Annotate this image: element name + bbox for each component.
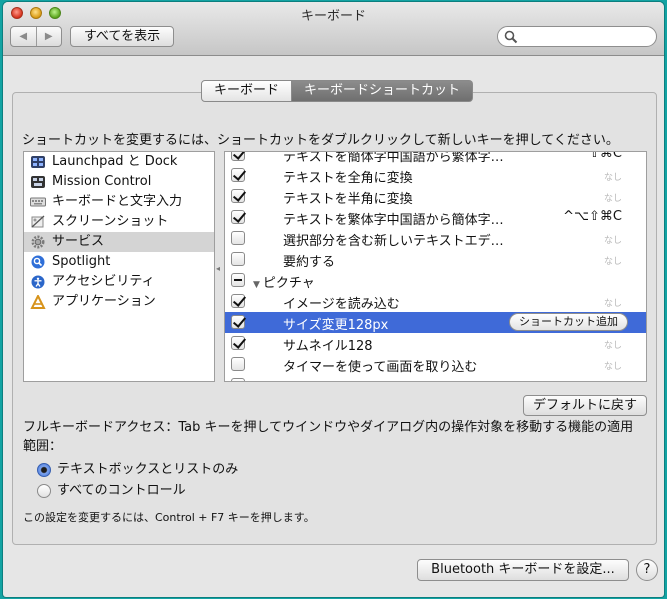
shortcut-row[interactable]: イメージを読み込む なし xyxy=(225,291,646,312)
shortcut-keys[interactable]: なし xyxy=(604,359,622,372)
gear-icon xyxy=(30,235,46,249)
tab-keyboard-shortcuts[interactable]: キーボードショートカット xyxy=(292,80,474,102)
category-item[interactable]: アクセシビリティ xyxy=(24,272,214,292)
category-label: Launchpad と Dock xyxy=(52,154,178,169)
shortcut-row[interactable]: サイズ変更128px ショートカット追加 xyxy=(225,312,646,333)
shortcut-keys[interactable]: なし xyxy=(604,254,622,267)
preferences-window: キーボード ◀ ▶ すべてを表示 キーボード キーボードショートカット ショートカ… xyxy=(3,2,664,597)
category-item[interactable]: Launchpad と Dock xyxy=(24,152,214,172)
disclosure-triangle-icon[interactable]: ▼ xyxy=(253,280,260,290)
shortcut-keys[interactable]: なし xyxy=(604,338,622,351)
category-label: アプリケーション xyxy=(52,294,156,309)
window-title: キーボード xyxy=(300,9,366,24)
shortcut-checkbox[interactable] xyxy=(231,294,245,308)
shortcut-label: サイズ変更128px xyxy=(283,318,389,333)
shortcut-group-row[interactable]: ▼ ピクチャ xyxy=(225,270,646,291)
shortcut-row[interactable]: テキストを全角に変換 なし xyxy=(225,165,646,186)
search-icon xyxy=(504,30,518,44)
back-button[interactable]: ◀ xyxy=(11,27,36,46)
shortcut-label: サムネイル128 xyxy=(283,339,373,354)
help-button[interactable]: ? xyxy=(636,559,658,581)
shortcut-list[interactable]: テキストを簡体字中国語から繁体字… ^⇧⌘C テキストを全角に変換 なし テキストを半角… xyxy=(224,151,647,382)
shortcut-label: タイマーを使って画面を取り込む xyxy=(283,360,478,375)
split-grip-icon[interactable]: ◂ xyxy=(216,264,220,273)
shortcut-keys[interactable]: なし xyxy=(604,296,622,309)
category-item[interactable]: Spotlight xyxy=(24,252,214,272)
forward-button[interactable]: ▶ xyxy=(35,27,62,46)
search-field[interactable] xyxy=(497,26,657,47)
category-item[interactable]: Mission Control xyxy=(24,172,214,192)
control-f7-note: この設定を変更するには、Control + F7 キーを押します。 xyxy=(23,511,315,524)
mission-control-icon xyxy=(30,175,46,189)
group-label: ▼ ピクチャ xyxy=(253,272,315,291)
shortcut-row[interactable]: テキストを繁体字中国語から簡体字… ^⌥⇧⌘C xyxy=(225,207,646,228)
launchpad-icon xyxy=(30,155,46,169)
shortcut-label: テキストを簡体字中国語から繁体字… xyxy=(283,151,504,165)
instruction-text: ショートカットを変更するには、ショートカットをダブルクリックして新しいキーを押し… xyxy=(22,133,619,148)
shortcut-label: イメージを読み込む xyxy=(283,297,400,312)
shortcut-label: テキストを繁体字中国語から簡体字… xyxy=(283,213,504,228)
category-item[interactable]: サービス xyxy=(24,232,214,252)
radio-button-icon[interactable] xyxy=(37,484,51,498)
shortcut-row[interactable]: 選択部分を含む新しいテキストエデ… なし xyxy=(225,228,646,249)
shortcut-checkbox[interactable] xyxy=(231,168,245,182)
shortcut-checkbox[interactable] xyxy=(231,189,245,203)
accessibility-icon xyxy=(30,275,46,289)
shortcut-label: 選択部分を含む新しいテキストエデ… xyxy=(283,234,504,249)
shortcut-checkbox[interactable] xyxy=(231,231,245,245)
screenshot-icon xyxy=(30,215,46,229)
applications-icon xyxy=(30,293,46,309)
category-list[interactable]: Launchpad と Dock Mission Control キーボードと文字入… xyxy=(23,151,215,382)
back-forward-control: ◀ ▶ xyxy=(10,26,62,47)
group-label-text: ピクチャ xyxy=(262,276,315,291)
shortcut-row[interactable]: テキストを簡体字中国語から繁体字… ^⇧⌘C xyxy=(225,151,646,165)
shortcut-keys[interactable]: なし xyxy=(604,170,622,183)
restore-defaults-button[interactable]: デフォルトに戻す xyxy=(523,395,647,416)
add-shortcut-button[interactable]: ショートカット追加 xyxy=(509,313,628,331)
category-label: アクセシビリティ xyxy=(52,274,155,289)
shortcut-row[interactable]: タイマーを使って画面を取り込む なし xyxy=(225,354,646,375)
shortcut-keys[interactable]: ^⌥⇧⌘C xyxy=(563,209,622,224)
full-keyboard-access-label: フルキーボードアクセス：Tab キーを押してウインドウやダイアログ内の操作対象を… xyxy=(23,420,634,454)
tab-bar: キーボード キーボードショートカット xyxy=(201,80,474,102)
shortcut-row[interactable] xyxy=(225,375,646,381)
category-label: Mission Control xyxy=(52,174,152,189)
shortcut-keys[interactable]: ^⇧⌘C xyxy=(578,152,622,161)
category-item[interactable]: アプリケーション xyxy=(24,292,214,312)
shortcut-label: テキストを半角に変換 xyxy=(283,192,413,207)
category-label: サービス xyxy=(52,234,105,249)
category-label: Spotlight xyxy=(52,254,111,269)
shortcut-keys[interactable]: なし xyxy=(604,191,622,204)
shortcut-checkbox[interactable] xyxy=(231,336,245,350)
category-label: キーボードと文字入力 xyxy=(52,194,183,209)
radio-label: すべてのコントロール xyxy=(57,483,186,498)
radio-button-icon[interactable] xyxy=(37,463,51,477)
tab-keyboard[interactable]: キーボード xyxy=(201,80,293,102)
shortcut-checkbox[interactable] xyxy=(231,252,245,266)
radio-label: テキストボックスとリストのみ xyxy=(57,462,239,477)
shortcut-keys[interactable]: なし xyxy=(604,233,622,246)
shortcut-checkbox[interactable] xyxy=(231,378,245,381)
shortcut-checkbox[interactable] xyxy=(231,152,245,161)
setup-bluetooth-keyboard-button[interactable]: Bluetooth キーボードを設定... xyxy=(417,559,629,581)
shortcut-row[interactable]: 要約する なし xyxy=(225,249,646,270)
shortcut-checkbox[interactable] xyxy=(231,357,245,371)
spotlight-icon xyxy=(30,255,46,269)
show-all-button[interactable]: すべてを表示 xyxy=(70,26,174,47)
category-item[interactable]: スクリーンショット xyxy=(24,212,214,232)
radio-all-controls[interactable]: すべてのコントロール xyxy=(37,483,186,499)
radio-text-boxes-and-lists[interactable]: テキストボックスとリストのみ xyxy=(37,462,238,478)
title-bar[interactable]: キーボード ◀ ▶ すべてを表示 xyxy=(3,2,664,56)
shortcut-row[interactable]: テキストを半角に変換 なし xyxy=(225,186,646,207)
category-label: スクリーンショット xyxy=(52,214,169,229)
shortcut-checkbox[interactable] xyxy=(231,315,245,329)
shortcut-label: 要約する xyxy=(283,255,336,270)
keyboard-icon xyxy=(30,195,46,209)
shortcut-checkbox[interactable] xyxy=(231,273,245,287)
category-item[interactable]: キーボードと文字入力 xyxy=(24,192,214,212)
shortcut-checkbox[interactable] xyxy=(231,210,245,224)
shortcut-label: テキストを全角に変換 xyxy=(283,171,413,186)
shortcut-row[interactable]: サムネイル128 なし xyxy=(225,333,646,354)
